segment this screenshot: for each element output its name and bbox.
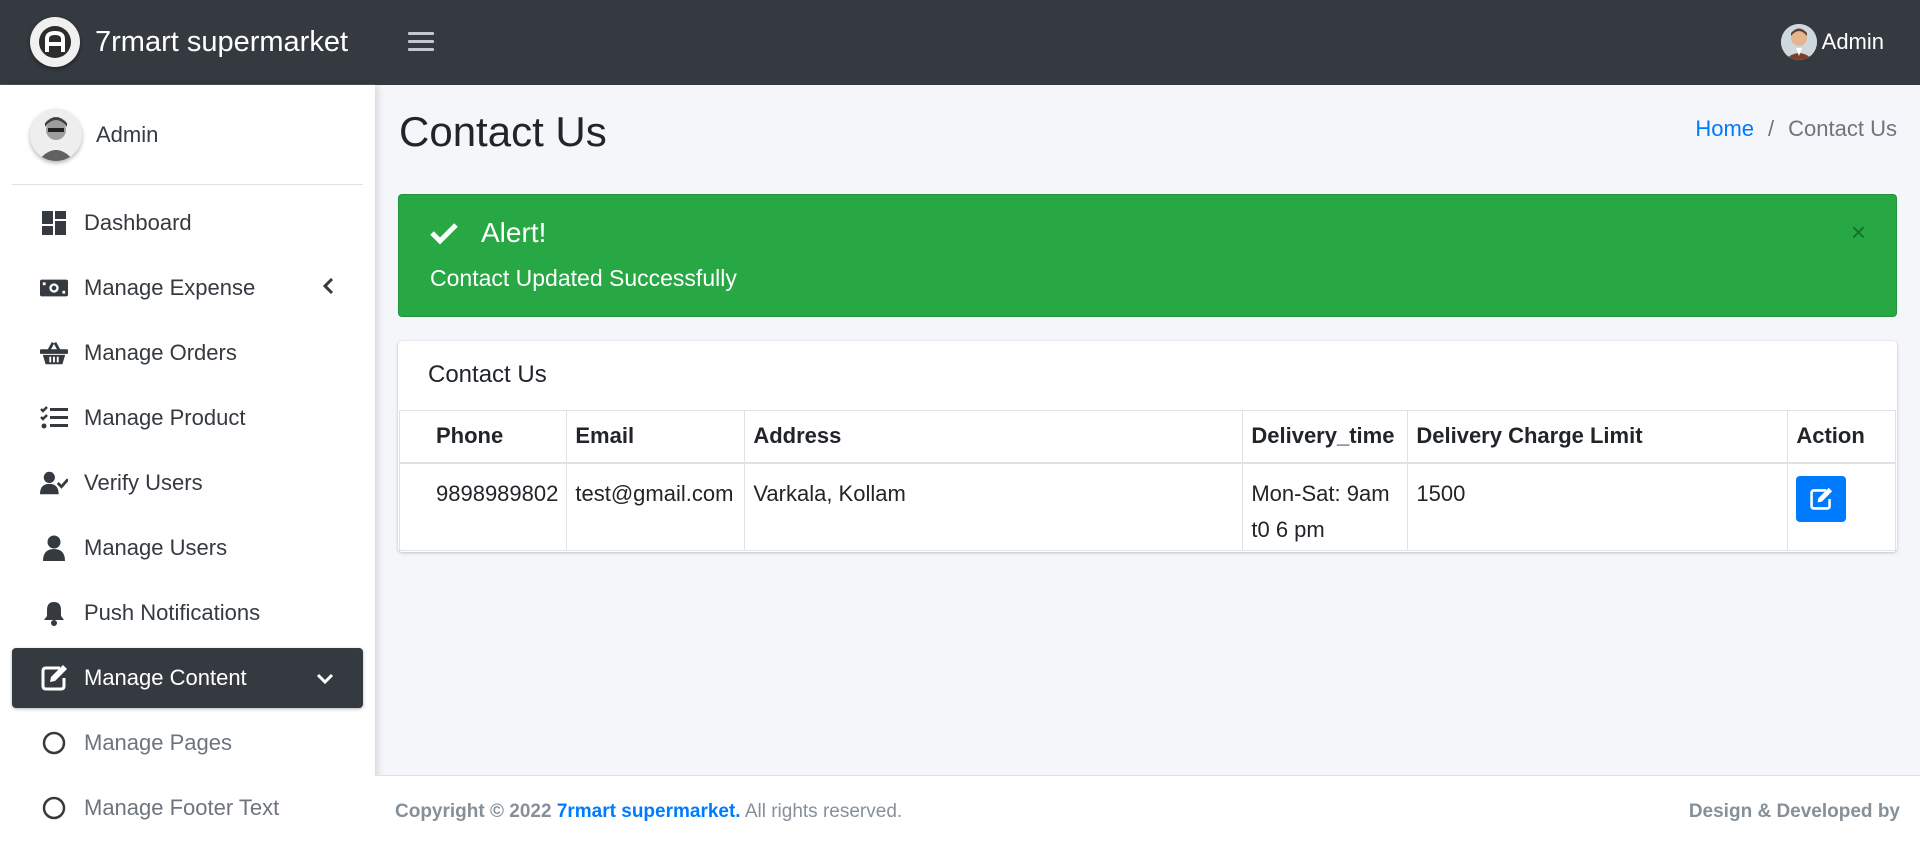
user-icon [40,534,68,562]
column-header-email: Email [566,410,746,464]
cell-action [1787,462,1896,551]
footer: Copyright © 2022 7rmart supermarket. All… [375,775,1920,846]
bell-icon [40,599,68,627]
edit-icon [40,664,68,692]
sidebar-item-label: Manage Product [84,405,246,430]
top-user-menu[interactable]: Admin [1780,24,1884,60]
contact-card: Contact Us Phone Email Address Delivery_… [398,341,1897,552]
footer-copyright-text: Copyright © 2022 [395,801,552,822]
top-user-name: Admin [1821,29,1884,54]
cell-phone: 9898989802 [398,462,568,551]
cell-email: test@gmail.com [566,462,746,551]
alert-heading: Alert! [429,217,546,249]
sidebar-nav: Dashboard Manage Expense Manage Orders M… [12,193,363,843]
check-icon [430,223,458,245]
sidebar-item-label: Dashboard [84,210,192,235]
sidebar-item-manage-pages[interactable]: Manage Pages [12,713,363,773]
edit-icon [1810,487,1833,510]
sidebar-item-label: Verify Users [84,470,203,495]
sidebar-item-label: Manage Users [84,535,228,560]
breadcrumb: Home / Contact Us [1695,116,1897,142]
dashboard-icon [40,209,68,237]
user-check-icon [40,469,68,497]
sidebar-item-label: Manage Expense [84,275,256,300]
avatar [30,108,82,161]
table-header-row: Phone Email Address Delivery_time Delive… [398,410,1896,464]
alert-message: Contact Updated Successfully [430,265,737,291]
sidebar-item-manage-content[interactable]: Manage Content [12,648,363,708]
sidebar-item-label: Push Notifications [84,600,261,625]
sidebar-item-label: Manage Content [84,665,247,690]
sidebar-item-manage-footer-text[interactable]: Manage Footer Text [12,778,363,838]
chevron-left-icon [321,276,335,302]
top-navbar: 7rmart supermarket Admin [0,0,1920,85]
sidebar: Admin Dashboard Manage Expense Manage Or… [0,85,375,846]
alert-heading-text: Alert! [481,217,547,248]
column-header-address: Address [744,410,1244,464]
column-header-phone: Phone [398,410,568,464]
close-icon[interactable]: × [1851,217,1866,248]
circle-icon [40,794,68,822]
sidebar-item-push-notifications[interactable]: Push Notifications [12,583,363,643]
column-header-charge-limit: Delivery Charge Limit [1407,410,1789,464]
breadcrumb-separator: / [1768,116,1775,141]
avatar [1780,24,1817,60]
sidebar-item-label: Manage Pages [84,730,232,755]
brand-link[interactable]: 7rmart supermarket [0,0,375,85]
footer-rights-text: All rights reserved. [744,801,903,822]
sidebar-item-manage-users[interactable]: Manage Users [12,518,363,578]
contact-table: Phone Email Address Delivery_time Delive… [398,410,1896,551]
sidebar-item-manage-orders[interactable]: Manage Orders [12,323,363,383]
sidebar-user-name: Admin [96,121,159,147]
circle-icon [40,729,68,757]
footer-credit: Design & Developed by [1688,801,1900,822]
tasks-list-icon [40,404,68,432]
breadcrumb-current: Contact Us [1788,116,1897,141]
shopping-basket-icon [40,339,68,367]
brand-name: 7rmart supermarket [95,25,349,58]
card-title: Contact Us [428,361,547,388]
page-title: Contact Us [399,108,607,155]
footer-brand-link[interactable]: 7rmart supermarket. [557,801,741,822]
sidebar-user-panel[interactable]: Admin [12,85,363,185]
column-header-action: Action [1787,410,1896,464]
sidebar-item-manage-expense[interactable]: Manage Expense [12,258,363,318]
sidebar-item-dashboard[interactable]: Dashboard [12,193,363,253]
sidebar-item-label: Manage Footer Text [84,795,280,820]
sidebar-item-verify-users[interactable]: Verify Users [12,453,363,513]
brand-logo-icon [30,17,80,67]
money-bill-icon [40,274,68,302]
chevron-down-icon [315,666,335,692]
footer-copyright: Copyright © 2022 7rmart supermarket. All… [395,801,902,823]
sidebar-item-manage-product[interactable]: Manage Product [12,388,363,448]
cell-charge-limit: 1500 [1407,462,1789,551]
sidebar-item-label: Manage Orders [84,340,237,365]
table-row: 9898989802 test@gmail.com Varkala, Kolla… [398,462,1896,551]
success-alert: Alert! Contact Updated Successfully × [398,194,1897,317]
column-header-delivery-time: Delivery_time [1242,410,1409,464]
breadcrumb-home-link[interactable]: Home [1695,116,1754,142]
hamburger-menu-icon[interactable] [408,26,434,56]
cell-address: Varkala, Kollam [744,462,1244,551]
edit-button[interactable] [1796,475,1847,522]
cell-delivery-time: Mon-Sat: 9am t0 6 pm [1242,462,1409,551]
